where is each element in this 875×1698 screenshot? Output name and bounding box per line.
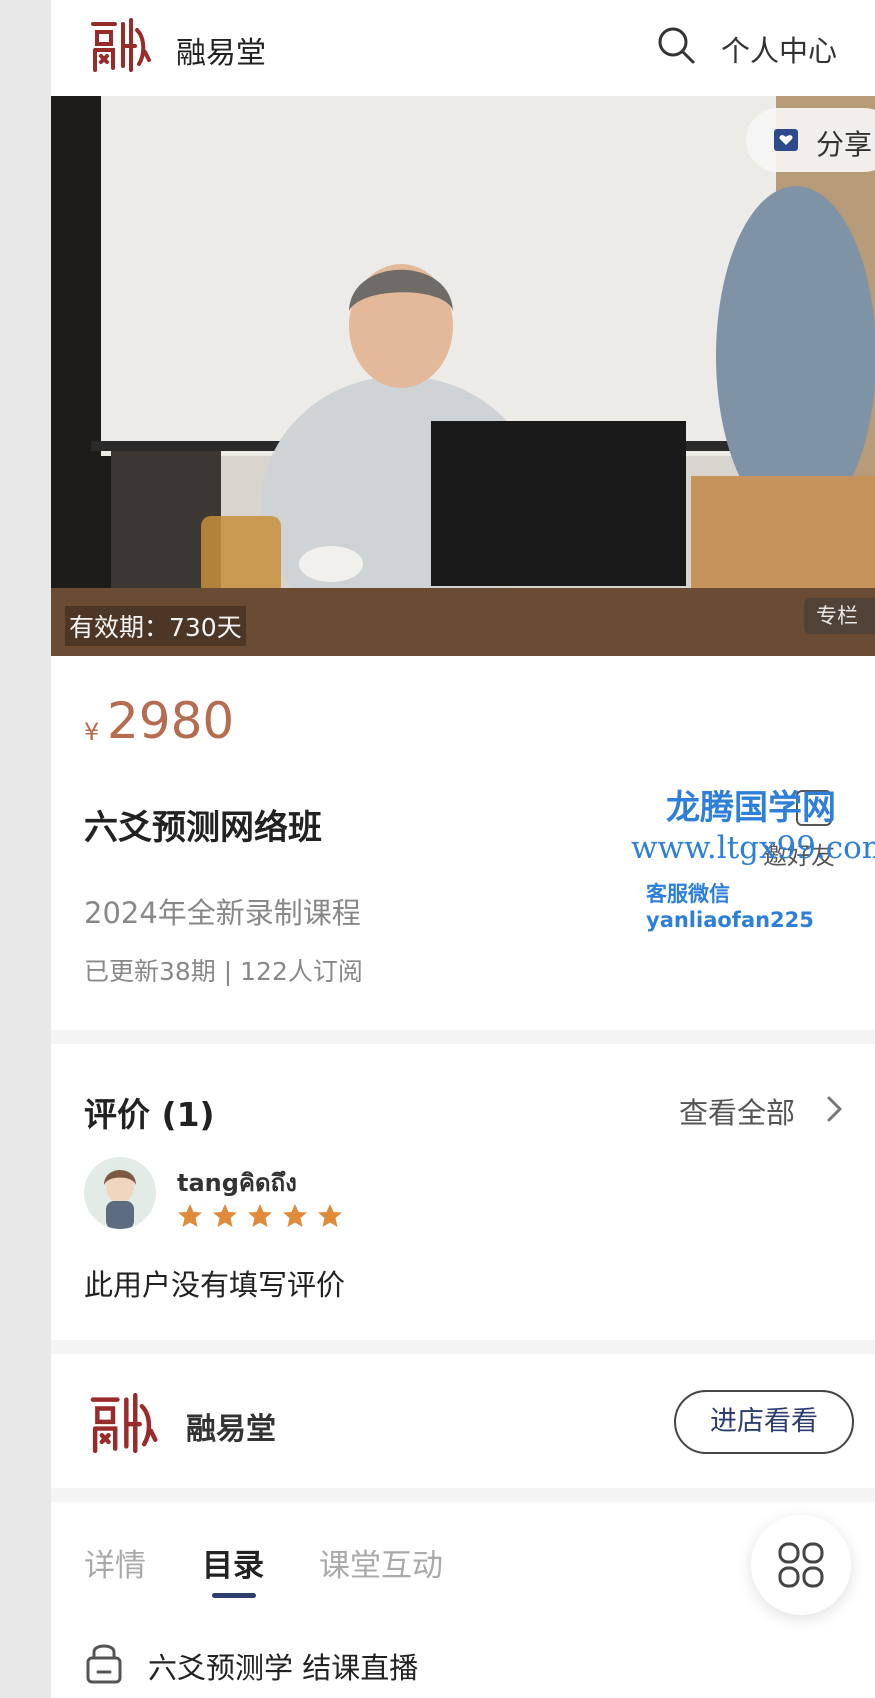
validity-text: 有效期：730天: [65, 606, 246, 646]
star-icon: [213, 1204, 237, 1227]
floating-menu-button[interactable]: [751, 1515, 851, 1615]
tab-interaction[interactable]: 课堂互动: [319, 1540, 443, 1585]
course-meta: 已更新38期 | 122人订阅: [84, 957, 363, 986]
reviewer-name: tangคิดถึง: [177, 1169, 297, 1197]
brand-logo[interactable]: [85, 10, 155, 80]
share-label: 分享: [816, 128, 873, 161]
star-icon: [318, 1204, 342, 1227]
grid-menu-icon: [778, 1542, 824, 1588]
tab-catalog[interactable]: 目录: [202, 1540, 264, 1585]
share-icon: [774, 129, 798, 151]
section-divider: [51, 1030, 875, 1044]
currency-symbol: ¥: [84, 718, 100, 746]
seal-logo-icon: [90, 1392, 158, 1454]
review-text: 此用户没有填写评价: [84, 1268, 346, 1302]
brand-name[interactable]: 融易堂: [176, 28, 266, 72]
catalog-item-title[interactable]: 六爻预测学 结课直播: [148, 1645, 418, 1687]
share-button[interactable]: 分享: [746, 108, 875, 172]
view-all-reviews-link[interactable]: 查看全部: [679, 1090, 795, 1132]
user-center-link[interactable]: 个人中心: [721, 28, 837, 70]
tab-detail[interactable]: 详情: [84, 1540, 146, 1585]
watermark-title: 龙腾国学网: [666, 788, 836, 828]
seal-logo-icon: [91, 18, 151, 72]
lock-icon: [86, 1644, 122, 1684]
course-title: 六爻预测网络班: [84, 808, 322, 848]
star-icon: [283, 1204, 307, 1227]
rating-stars: [177, 1203, 352, 1231]
price-value: 2980: [107, 692, 235, 750]
section-divider: [51, 1340, 875, 1354]
active-tab-indicator: [212, 1593, 256, 1598]
chevron-right-icon[interactable]: [824, 1094, 846, 1124]
watermark-url: www.ltgx99.com: [631, 830, 875, 866]
course-cover-image[interactable]: 分享 有效期：730天 专栏: [51, 96, 875, 656]
star-icon: [178, 1204, 202, 1227]
shop-name[interactable]: 融易堂: [186, 1404, 276, 1448]
search-icon[interactable]: [656, 25, 696, 65]
reviews-title: 评价 (1): [84, 1095, 215, 1134]
star-icon: [248, 1204, 272, 1227]
reviewer-avatar[interactable]: [84, 1157, 156, 1229]
course-page: 融易堂 个人中心 分享 有效期：730天 专栏 ¥ 2980 六爻预测网络班 2…: [51, 0, 875, 1698]
course-subtitle: 2024年全新录制课程: [84, 896, 361, 930]
column-badge: 专栏: [804, 598, 875, 634]
section-divider: [51, 1488, 875, 1502]
instructor-photo: [51, 96, 875, 656]
avatar-illustration: [84, 1157, 156, 1229]
enter-shop-button[interactable]: 进店看看: [674, 1390, 854, 1454]
top-bar: 融易堂 个人中心: [51, 0, 875, 96]
watermark-contact: 客服微信 yanliaofan225: [646, 882, 814, 932]
shop-logo[interactable]: [84, 1384, 162, 1462]
